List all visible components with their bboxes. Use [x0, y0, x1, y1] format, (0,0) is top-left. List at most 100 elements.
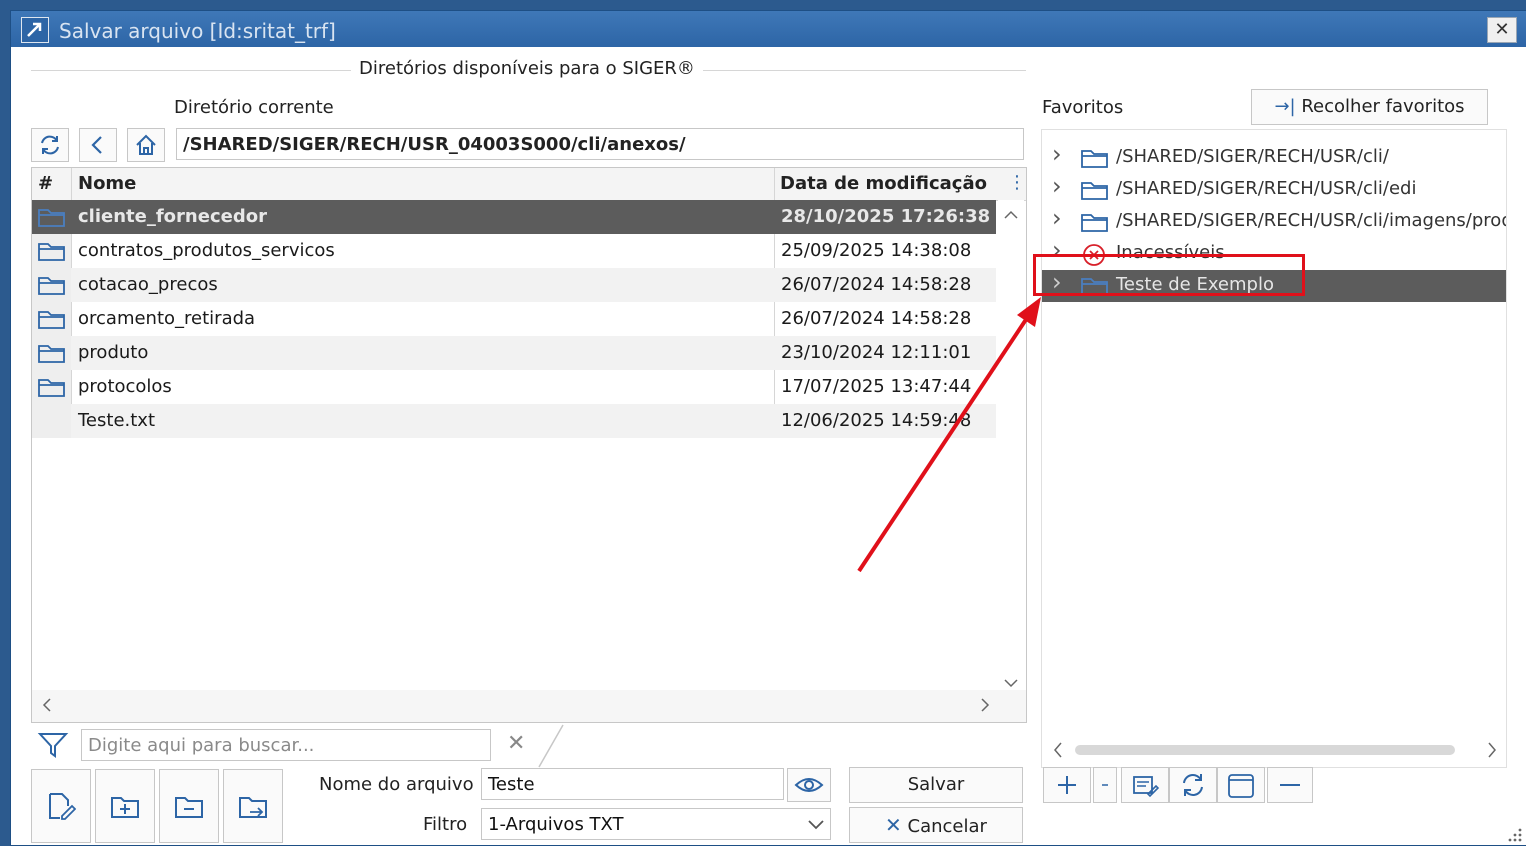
table-row[interactable]: contratos_produtos_servicos 25/09/2025 14…	[32, 234, 996, 268]
edit-file-icon	[49, 793, 76, 820]
col-date-header[interactable]: Data de modificação	[780, 173, 987, 194]
row-date: 26/07/2024 14:58:28	[781, 308, 972, 329]
back-button[interactable]	[79, 128, 117, 162]
arrow-right-bar-icon: →|	[1274, 96, 1296, 117]
chevron-right-icon[interactable]: ›	[1052, 140, 1062, 168]
dash-icon	[1102, 784, 1108, 786]
folder-open-icon	[1080, 179, 1110, 205]
row-name: contratos_produtos_servicos	[78, 240, 335, 261]
save-file-dialog: Salvar arquivo [Id:sritat_trf] ✕ Diretór…	[10, 10, 1526, 846]
separator-icon	[538, 724, 564, 768]
row-number-cell	[32, 404, 71, 438]
row-name: Teste.txt	[78, 410, 156, 431]
filter-label: Filtro	[423, 814, 468, 835]
horizontal-scrollbar[interactable]	[32, 690, 1026, 722]
row-date: 23/10/2024 12:11:01	[781, 342, 972, 363]
collapse-favorites-button[interactable]: →| Recolher favoritos	[1251, 89, 1488, 125]
favorite-label: /SHARED/SIGER/RECH/USR/cli/edi	[1116, 178, 1417, 199]
chevron-right-icon[interactable]: ›	[1052, 172, 1062, 200]
favorite-item[interactable]: › /SHARED/SIGER/RECH/USR/cli/	[1042, 140, 1506, 174]
favorite-item[interactable]: › /SHARED/SIGER/RECH/USR/cli/imagens/prod…	[1042, 204, 1506, 238]
clear-search-icon[interactable]: ✕	[507, 731, 525, 756]
save-button[interactable]: Salvar	[849, 767, 1023, 803]
edit-list-icon	[1133, 776, 1160, 798]
table-row[interactable]: produto 23/10/2024 12:11:01	[32, 336, 996, 370]
row-number-cell	[32, 336, 71, 370]
delete-folder-button[interactable]	[159, 769, 219, 843]
fav-scroll-icon	[1054, 742, 1496, 758]
window-title: Salvar arquivo [Id:sritat_trf]	[59, 19, 336, 43]
scroll-h-arrows-icon	[42, 698, 990, 712]
window-favorites-button[interactable]	[1217, 767, 1265, 803]
folder-icon	[37, 342, 67, 368]
folder-remove-icon	[175, 797, 203, 818]
remove-favorite-button[interactable]	[1267, 767, 1313, 803]
table-row[interactable]: cliente_fornecedor 28/10/2025 17:26:38	[32, 200, 996, 234]
col-num-header[interactable]: #	[38, 173, 53, 194]
annotation-highlight-box	[1033, 254, 1305, 296]
folder-add-icon	[111, 797, 139, 818]
table-row[interactable]: Teste.txt 12/06/2025 14:59:48	[32, 404, 996, 438]
add-favorite-menu-button[interactable]	[1093, 767, 1117, 803]
favorite-item[interactable]: › /SHARED/SIGER/RECH/USR/cli/edi	[1042, 172, 1506, 206]
row-name: orcamento_retirada	[78, 308, 256, 329]
new-folder-button[interactable]	[95, 769, 155, 843]
table-row[interactable]: cotacao_precos 26/07/2024 14:58:28	[32, 268, 996, 302]
add-favorite-button[interactable]	[1043, 767, 1091, 803]
rename-folder-button[interactable]	[223, 769, 283, 843]
folder-icon	[1080, 147, 1110, 173]
filename-input[interactable]: Teste	[481, 768, 784, 800]
row-date: 26/07/2024 14:58:28	[781, 274, 972, 295]
row-name: cotacao_precos	[78, 274, 218, 295]
minus-icon	[1280, 784, 1300, 786]
scroll-arrows-icon	[1004, 210, 1018, 688]
vertical-scrollbar[interactable]	[998, 200, 1024, 690]
chevron-left-icon	[91, 136, 102, 154]
row-date: 17/07/2025 13:47:44	[781, 376, 972, 397]
collapse-favorites-label: Recolher favoritos	[1301, 96, 1465, 117]
table-row[interactable]: orcamento_retirada 26/07/2024 14:58:28	[32, 302, 996, 336]
resize-grip-icon[interactable]	[1505, 825, 1523, 843]
edit-file-button[interactable]	[31, 769, 91, 843]
title-bar[interactable]: Salvar arquivo [Id:sritat_trf] ✕	[11, 11, 1526, 47]
folder-icon	[37, 308, 67, 334]
row-number-cell	[32, 370, 71, 404]
close-button[interactable]: ✕	[1487, 17, 1517, 43]
refresh-button[interactable]	[31, 128, 69, 162]
folder-rename-icon	[239, 797, 267, 818]
refresh-icon	[41, 135, 59, 155]
row-date: 25/09/2025 14:38:08	[781, 240, 972, 261]
row-name: produto	[78, 342, 149, 363]
filter-select[interactable]: 1-Arquivos TXT	[481, 808, 831, 840]
refresh-icon	[1183, 774, 1203, 796]
row-number-cell	[32, 302, 71, 336]
cancel-button[interactable]: ✕ Cancelar	[849, 807, 1023, 843]
table-row[interactable]: protocolos 17/07/2025 13:47:44	[32, 370, 996, 404]
close-icon: ✕	[885, 813, 902, 837]
favorites-label: Favoritos	[1042, 97, 1124, 118]
file-table: # Nome Data de modificação ⋮ cliente_for…	[31, 167, 1027, 723]
favorite-label: /SHARED/SIGER/RECH/USR/cli/	[1116, 146, 1389, 167]
filter-icon[interactable]	[37, 731, 69, 759]
current-path-field[interactable]: /SHARED/SIGER/RECH/USR_04003S000/cli/ane…	[176, 128, 1024, 160]
row-name: cliente_fornecedor	[78, 206, 267, 227]
refresh-favorites-button[interactable]	[1169, 767, 1217, 803]
row-name: protocolos	[78, 376, 172, 397]
home-button[interactable]	[127, 128, 165, 162]
table-header: # Nome Data de modificação ⋮	[32, 168, 1026, 201]
chevron-down-icon	[808, 820, 824, 830]
section-title: Diretórios disponíveis para o SIGER®	[351, 58, 703, 79]
plus-icon	[1058, 776, 1076, 794]
app-icon	[21, 17, 49, 43]
preview-button[interactable]	[787, 768, 831, 802]
edit-favorite-button[interactable]	[1121, 767, 1169, 803]
col-name-header[interactable]: Nome	[78, 173, 136, 194]
column-menu-icon[interactable]: ⋮	[1008, 172, 1026, 193]
chevron-right-icon[interactable]: ›	[1052, 204, 1062, 232]
folder-icon	[37, 376, 67, 402]
search-input[interactable]: Digite aqui para buscar...	[81, 729, 491, 761]
folder-icon	[1080, 211, 1110, 237]
favorites-h-scrollbar[interactable]	[1043, 735, 1503, 765]
cancel-label: Cancelar	[907, 816, 987, 837]
favorites-tree: › /SHARED/SIGER/RECH/USR/cli/ › /SHARED/SIG…	[1041, 129, 1507, 768]
